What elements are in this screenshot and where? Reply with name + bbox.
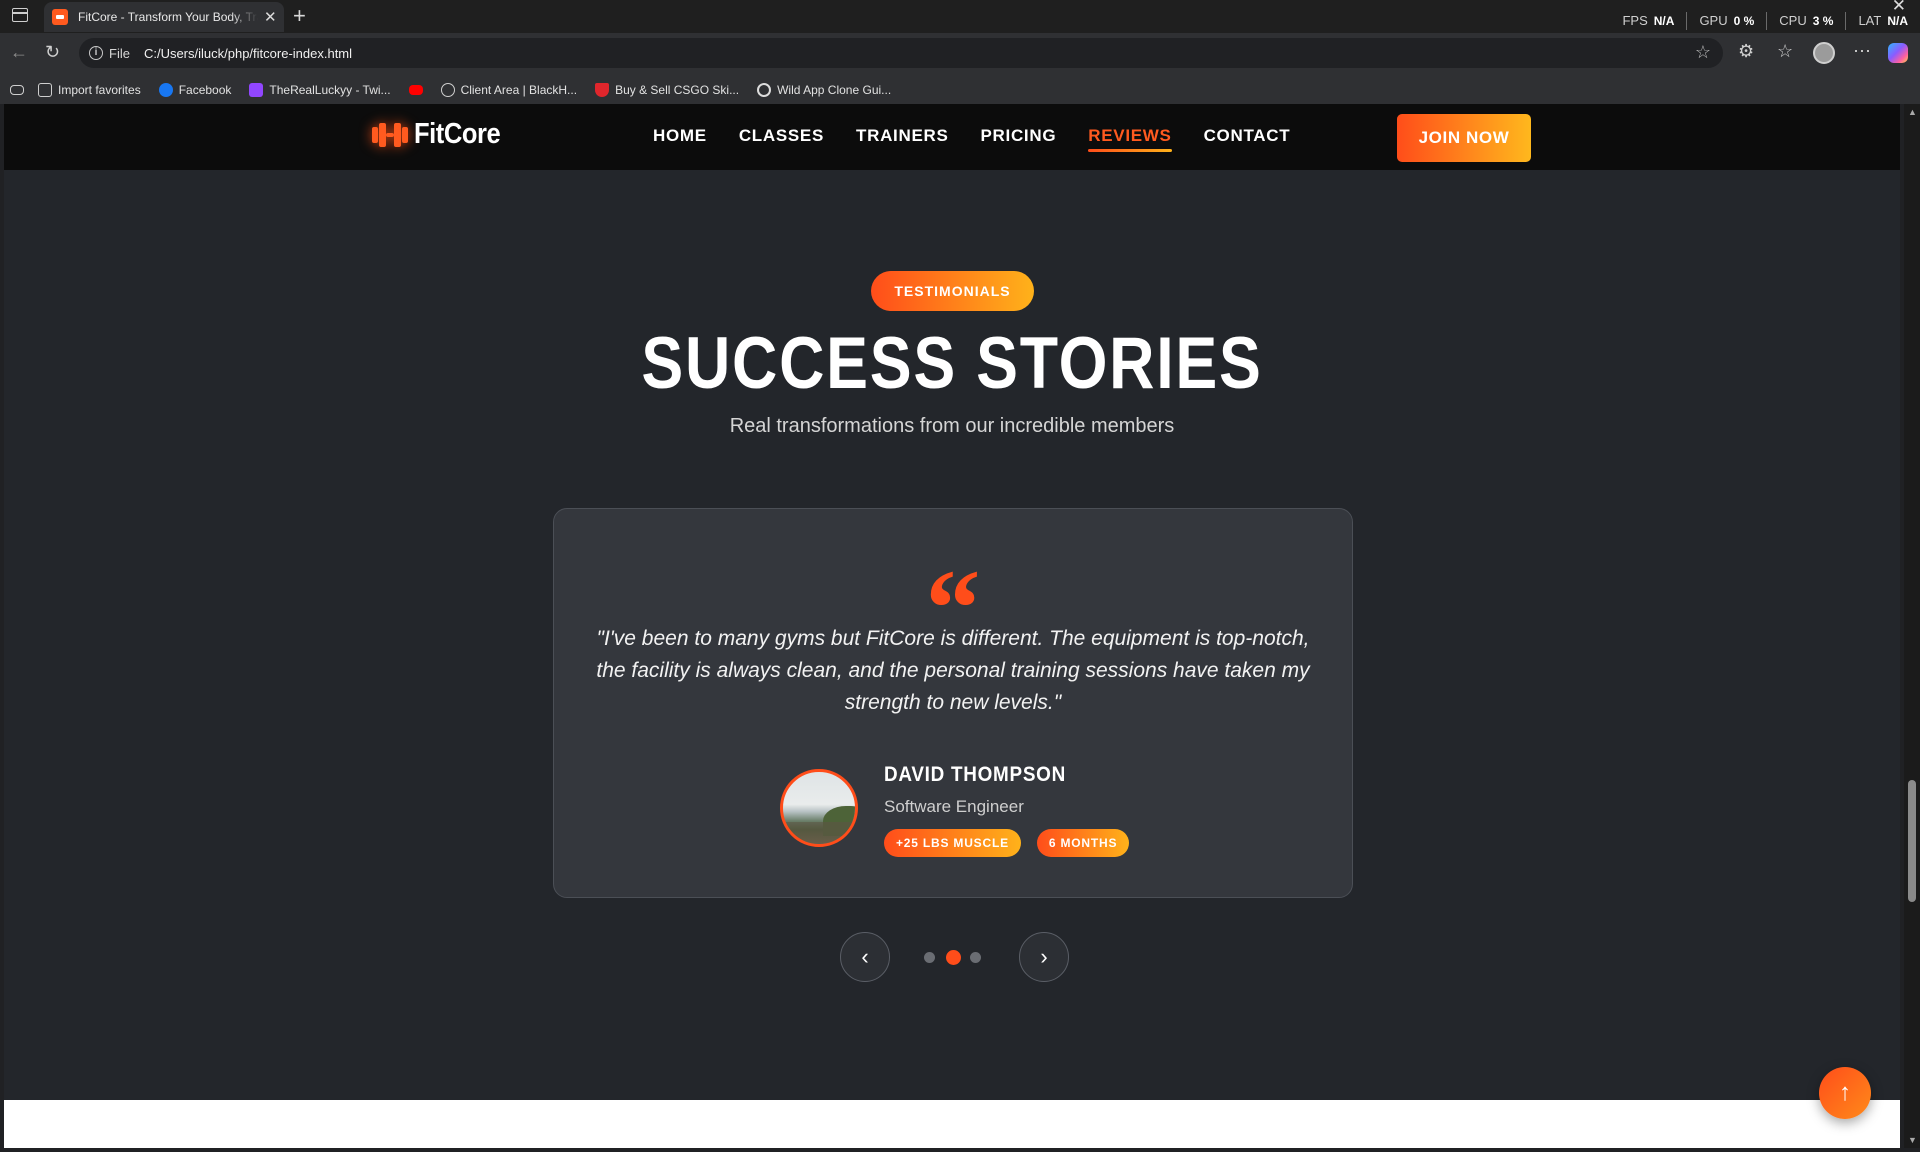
scrollbar-thumb[interactable] bbox=[1908, 780, 1916, 902]
copilot-icon[interactable] bbox=[1888, 43, 1908, 63]
address-bar[interactable]: i File C:/Users/iluck/php/fitcore-index.… bbox=[79, 38, 1723, 68]
nav-classes[interactable]: CLASSES bbox=[739, 126, 824, 152]
section-badge: TESTIMONIALS bbox=[871, 271, 1034, 311]
bookmark-client-area[interactable]: Client Area | BlackH... bbox=[440, 82, 577, 97]
join-now-button[interactable]: JOIN NOW bbox=[1397, 114, 1531, 162]
page-scrollbar[interactable]: ▲ ▼ bbox=[1904, 104, 1920, 1148]
shield-icon bbox=[595, 82, 610, 97]
perf-gpu: GPU 0 % bbox=[1687, 11, 1768, 30]
reload-icon[interactable]: ↻ bbox=[45, 42, 60, 63]
dumbbell-icon bbox=[372, 122, 408, 147]
new-tab-icon[interactable]: + bbox=[293, 3, 306, 29]
chatgpt-icon bbox=[757, 82, 772, 97]
carousel-dot-1[interactable] bbox=[924, 952, 935, 963]
file-label: File bbox=[109, 45, 130, 61]
browser-tab[interactable]: FitCore - Transform Your Body, Transform… bbox=[44, 2, 284, 32]
author-role: Software Engineer bbox=[884, 797, 1024, 816]
brand-name: FitCore bbox=[414, 118, 501, 150]
bookmark-facebook[interactable]: Facebook bbox=[158, 82, 231, 97]
result-pill: +25 LBS MUSCLE bbox=[884, 829, 1021, 857]
favorites-icon[interactable]: ☆ bbox=[1777, 41, 1793, 62]
url-text[interactable]: C:/Users/iluck/php/fitcore-index.html bbox=[144, 46, 352, 61]
bookmark-csgo[interactable]: Buy & Sell CSGO Ski... bbox=[595, 82, 739, 97]
testimonial-quote: "I've been to many gyms but FitCore is d… bbox=[596, 627, 1310, 714]
scroll-up-icon[interactable]: ▲ bbox=[1908, 107, 1917, 117]
next-slide-button[interactable]: › bbox=[1019, 932, 1069, 982]
prev-slide-button[interactable]: ‹ bbox=[840, 932, 890, 982]
more-menu-icon[interactable]: ⋯ bbox=[1853, 41, 1871, 62]
arrow-up-icon: ↑ bbox=[1839, 1079, 1851, 1106]
browser-tabbar: FitCore - Transform Your Body, Transform… bbox=[0, 0, 1920, 33]
back-arrow-icon[interactable]: ← bbox=[10, 42, 28, 63]
section-title: SUCCESS STORIES bbox=[641, 323, 1263, 404]
author-name: DAVID THOMPSON bbox=[884, 763, 1066, 786]
favorite-star-icon[interactable]: ☆ bbox=[1695, 42, 1711, 63]
folder-icon bbox=[38, 82, 52, 97]
info-icon[interactable]: i bbox=[89, 46, 103, 60]
next-section bbox=[4, 1100, 1900, 1148]
chevron-left-icon: ‹ bbox=[861, 944, 869, 969]
bookmarks-bar: Import favorites Facebook TheRealLuckyy … bbox=[0, 75, 1920, 104]
nav-contact[interactable]: CONTACT bbox=[1204, 126, 1291, 152]
youtube-icon bbox=[408, 84, 423, 95]
chevron-right-icon: › bbox=[1040, 944, 1048, 969]
nav-reviews[interactable]: REVIEWS bbox=[1088, 126, 1172, 152]
sidebar-toggle-icon[interactable] bbox=[12, 8, 28, 22]
twitch-icon bbox=[249, 82, 264, 97]
browser-toolbar: ← ↻ i File C:/Users/iluck/php/fitcore-in… bbox=[0, 33, 1920, 75]
window-close-icon[interactable]: ✕ bbox=[1892, 0, 1906, 16]
result-pill: 6 MONTHS bbox=[1036, 829, 1130, 857]
perf-lat: LAT N/A bbox=[1858, 13, 1908, 28]
carousel-dot-2[interactable] bbox=[946, 950, 961, 965]
bookmark-import-favorites[interactable]: Import favorites bbox=[38, 82, 141, 97]
result-pills: +25 LBS MUSCLE 6 MONTHS bbox=[884, 829, 1130, 857]
extensions-icon[interactable]: ⚙ bbox=[1738, 41, 1754, 62]
back-to-top-button[interactable]: ↑ bbox=[1819, 1067, 1871, 1119]
testimonial-author: DAVID THOMPSON Software Engineer +25 LBS… bbox=[780, 761, 1340, 857]
reading-view-icon[interactable] bbox=[10, 84, 24, 95]
web-page: FitCore HOME CLASSES TRAINERS PRICING RE… bbox=[4, 104, 1900, 1148]
carousel-dot-3[interactable] bbox=[970, 952, 981, 963]
facebook-icon bbox=[158, 82, 173, 97]
carousel-controls: ‹ › bbox=[840, 932, 1070, 982]
nav-trainers[interactable]: TRAINERS bbox=[856, 126, 949, 152]
globe-icon bbox=[440, 82, 455, 97]
main-menu: HOME CLASSES TRAINERS PRICING REVIEWS CO… bbox=[653, 126, 1290, 152]
perf-fps: FPS N/A bbox=[1610, 11, 1688, 30]
perf-overlay: FPS N/A GPU 0 % CPU 3 % LAT N/A bbox=[1610, 0, 1920, 33]
perf-cpu: CPU 3 % bbox=[1767, 11, 1847, 30]
scroll-down-icon[interactable]: ▼ bbox=[1908, 1135, 1917, 1145]
brand-logo[interactable]: FitCore bbox=[372, 118, 512, 151]
profile-avatar-icon[interactable] bbox=[1813, 42, 1835, 64]
tab-title: FitCore - Transform Your Body, Transform… bbox=[78, 10, 258, 24]
nav-home[interactable]: HOME bbox=[653, 126, 707, 152]
bookmark-twitch[interactable]: TheRealLuckyy - Twi... bbox=[249, 82, 391, 97]
bookmark-wild-app[interactable]: Wild App Clone Gui... bbox=[757, 82, 891, 97]
testimonial-card: “ "I've been to many gyms but FitCore is… bbox=[553, 508, 1353, 898]
site-navbar: FitCore HOME CLASSES TRAINERS PRICING RE… bbox=[4, 104, 1900, 170]
author-avatar bbox=[780, 769, 858, 847]
quote-icon: “ bbox=[925, 547, 981, 669]
section-subtitle: Real transformations from our incredible… bbox=[729, 415, 1175, 437]
tab-close-icon[interactable]: ✕ bbox=[264, 10, 277, 25]
bookmark-youtube[interactable] bbox=[408, 84, 423, 95]
fitcore-favicon-icon bbox=[52, 9, 68, 25]
nav-pricing[interactable]: PRICING bbox=[981, 126, 1057, 152]
